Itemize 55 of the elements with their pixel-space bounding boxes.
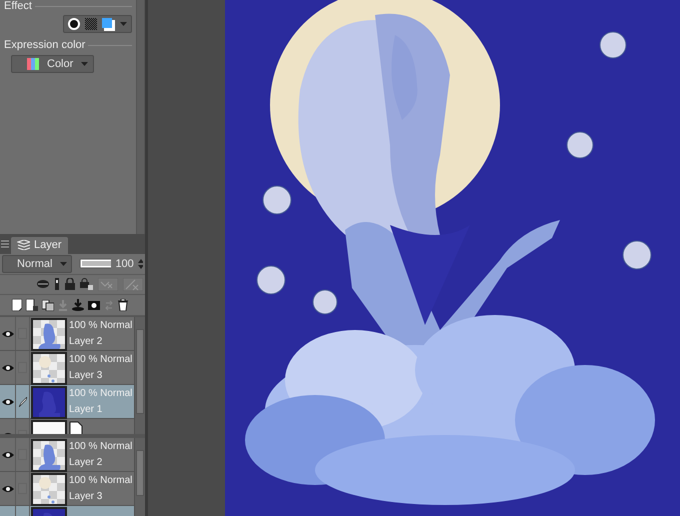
- layer-row[interactable]: 100 % Normal Layer 1: [0, 385, 134, 420]
- caret-icon: [81, 62, 88, 66]
- merge-down-icon: [58, 300, 68, 311]
- eye-icon[interactable]: [2, 330, 14, 338]
- eye-icon[interactable]: [2, 450, 14, 459]
- eye-icon[interactable]: [2, 484, 14, 493]
- scrollbar[interactable]: [134, 317, 145, 434]
- scrollbar[interactable]: [134, 438, 145, 516]
- caret-icon: [120, 22, 127, 26]
- border-icon: [102, 18, 115, 30]
- layer-mode: 100 % Normal: [69, 320, 134, 332]
- panel-menu-icon[interactable]: [1, 240, 9, 248]
- new-vector-layer-icon[interactable]: [26, 299, 38, 312]
- layer-name: Layer 2: [69, 456, 104, 469]
- layer-thumbnail: [31, 352, 67, 386]
- opacity-value: 100: [115, 258, 134, 270]
- layer-name: Layer 2: [69, 336, 104, 348]
- layer-mode: 100 % Normal: [69, 474, 134, 487]
- spinner-icon[interactable]: [138, 258, 143, 269]
- layer-mode: 100 % Normal: [69, 440, 134, 453]
- layer-name: Layer 1: [69, 404, 104, 416]
- caret-icon: [60, 262, 68, 266]
- pen-icon: [18, 396, 26, 407]
- layer-mode: 100 % Normal: [69, 388, 134, 400]
- section-label: Expression color: [4, 39, 86, 51]
- section-label: Effect: [4, 0, 32, 12]
- blend-mode-dropdown[interactable]: Normal: [2, 254, 72, 273]
- eye-icon[interactable]: [2, 398, 14, 406]
- lock-icon[interactable]: [65, 278, 75, 290]
- layer-row[interactable]: 100 % Normal Layer 2: [0, 438, 134, 472]
- delete-icon[interactable]: [118, 299, 128, 312]
- eye-icon[interactable]: [2, 364, 14, 372]
- color-bars-icon: [27, 58, 39, 70]
- layer-thumbnail: [31, 318, 67, 352]
- layer-tab[interactable]: Layer: [11, 236, 68, 254]
- circle-icon: [68, 18, 80, 30]
- opacity-slider[interactable]: [80, 259, 112, 268]
- scrollbar[interactable]: [136, 0, 144, 234]
- effect-selector[interactable]: [63, 15, 132, 33]
- layer-row[interactable]: 100 % Normal Layer 3: [0, 351, 134, 386]
- new-layer-icon[interactable]: [12, 299, 22, 312]
- expression-color-dropdown[interactable]: Color: [11, 55, 94, 73]
- new-folder-icon[interactable]: [42, 300, 54, 311]
- halftone-icon: [85, 18, 97, 30]
- layer-thumbnail: [31, 439, 67, 472]
- transfer-icon[interactable]: [72, 299, 84, 312]
- layer-mode: 100 % Normal: [69, 354, 134, 366]
- layer-row[interactable]: 100 % Normal Layer 2: [0, 317, 134, 352]
- lock-transparent-icon[interactable]: [80, 278, 93, 290]
- convert-icon: [104, 300, 114, 311]
- layers-icon: [17, 240, 30, 250]
- layer-name: Layer 3: [69, 490, 104, 503]
- layer-row[interactable]: 100 % Normal Layer 3: [0, 472, 134, 506]
- layer-mask-icon[interactable]: [88, 300, 100, 310]
- layer-name: Layer 3: [69, 370, 104, 382]
